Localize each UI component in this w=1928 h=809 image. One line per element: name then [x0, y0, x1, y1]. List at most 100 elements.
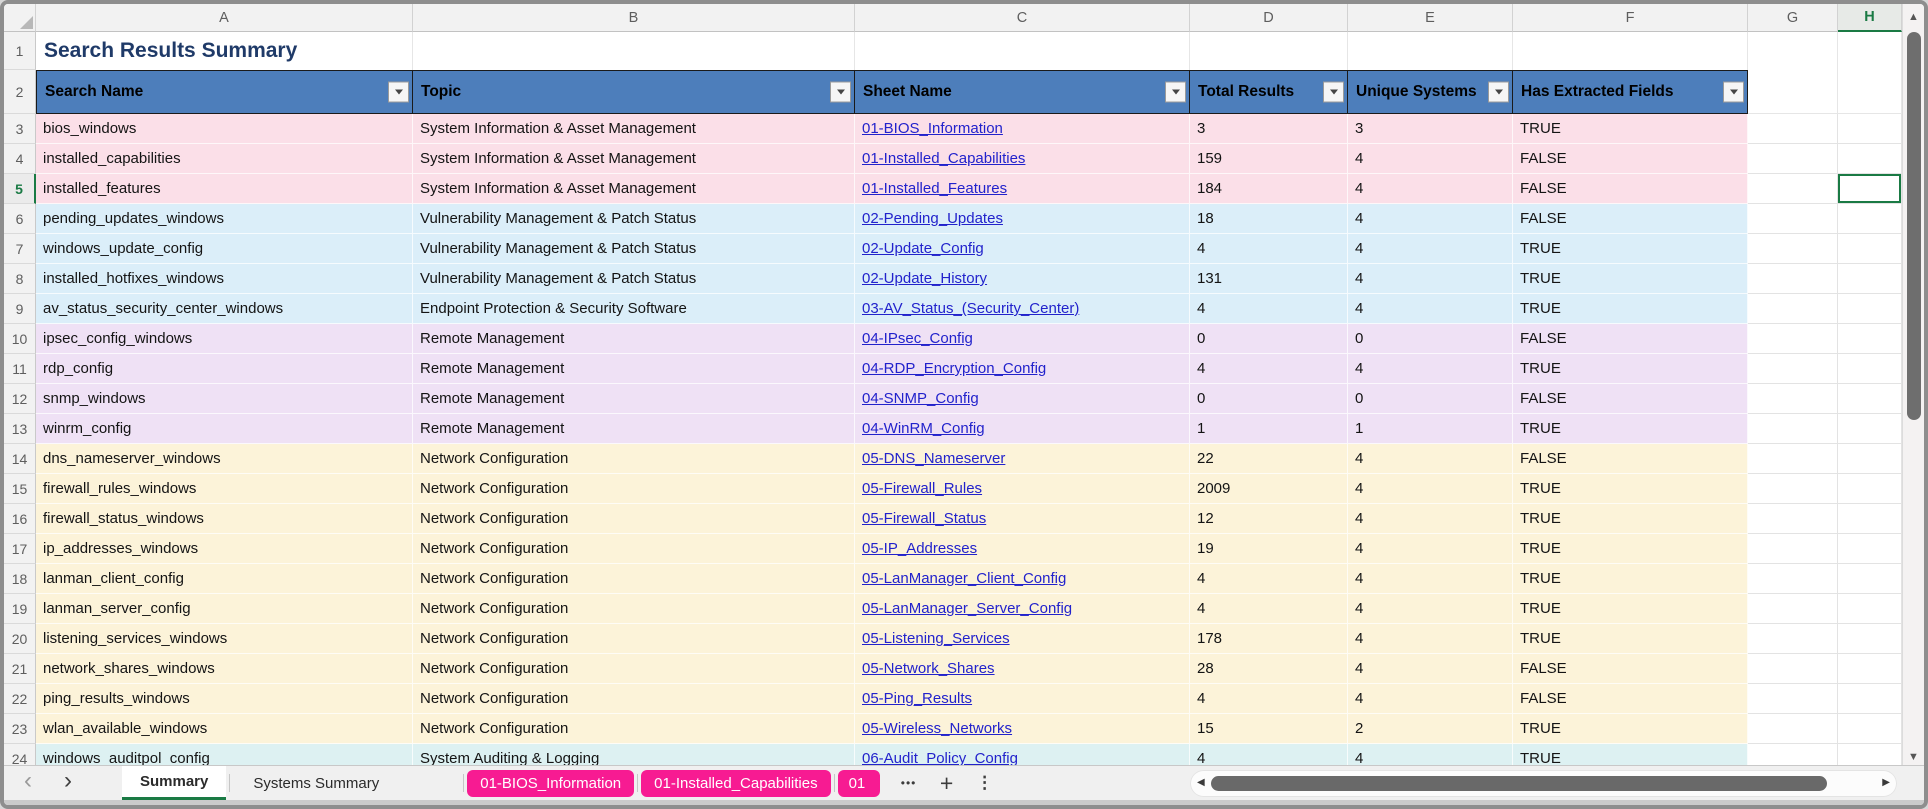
cell-sheet-name[interactable]: 05-Wireless_Networks [855, 714, 1190, 744]
sheet-link[interactable]: 05-Wireless_Networks [862, 720, 1012, 737]
cell-search-name[interactable]: listening_services_windows [36, 624, 413, 654]
row-number[interactable]: 15 [4, 474, 36, 504]
cell-empty[interactable] [1838, 654, 1902, 684]
cell-topic[interactable]: Network Configuration [413, 714, 855, 744]
cell-topic[interactable]: Network Configuration [413, 624, 855, 654]
cell-total-results[interactable]: 4 [1190, 354, 1348, 384]
cell-total-results[interactable]: 1 [1190, 414, 1348, 444]
cell-has-extracted-fields[interactable]: FALSE [1513, 444, 1748, 474]
cell-unique-systems[interactable]: 2 [1348, 714, 1513, 744]
cell-sheet-name[interactable]: 02-Update_Config [855, 234, 1190, 264]
cell-topic[interactable]: Remote Management [413, 384, 855, 414]
cell-search-name[interactable]: installed_capabilities [36, 144, 413, 174]
cell-has-extracted-fields[interactable]: TRUE [1513, 564, 1748, 594]
cell-empty[interactable] [1838, 174, 1902, 204]
cell-empty[interactable] [1838, 684, 1902, 714]
cell-e1[interactable] [1348, 32, 1513, 70]
cell-sheet-name[interactable]: 05-Firewall_Status [855, 504, 1190, 534]
cell-has-extracted-fields[interactable]: TRUE [1513, 714, 1748, 744]
cell-topic[interactable]: Network Configuration [413, 534, 855, 564]
cell-total-results[interactable]: 131 [1190, 264, 1348, 294]
cell-search-name[interactable]: ping_results_windows [36, 684, 413, 714]
cell-empty[interactable] [1748, 744, 1838, 765]
cell-has-extracted-fields[interactable]: FALSE [1513, 174, 1748, 204]
cell-has-extracted-fields[interactable]: TRUE [1513, 264, 1748, 294]
cell-has-extracted-fields[interactable]: TRUE [1513, 474, 1748, 504]
cell-has-extracted-fields[interactable]: TRUE [1513, 744, 1748, 765]
cell-search-name[interactable]: dns_nameserver_windows [36, 444, 413, 474]
next-sheet-button[interactable]: › [52, 766, 84, 800]
cell-unique-systems[interactable]: 4 [1348, 354, 1513, 384]
column-header-a[interactable]: A [36, 4, 413, 32]
cell-empty[interactable] [1838, 234, 1902, 264]
cell-empty[interactable] [1838, 264, 1902, 294]
cell-total-results[interactable]: 19 [1190, 534, 1348, 564]
sheet-link[interactable]: 05-Listening_Services [862, 630, 1010, 647]
filter-dropdown-button[interactable] [1323, 81, 1344, 103]
cell-has-extracted-fields[interactable]: TRUE [1513, 624, 1748, 654]
cell-total-results[interactable]: 178 [1190, 624, 1348, 654]
cell-unique-systems[interactable]: 4 [1348, 234, 1513, 264]
cell-empty[interactable] [1838, 144, 1902, 174]
cell-topic[interactable]: Network Configuration [413, 654, 855, 684]
cell-has-extracted-fields[interactable]: TRUE [1513, 354, 1748, 384]
cell-unique-systems[interactable]: 4 [1348, 204, 1513, 234]
cell-has-extracted-fields[interactable]: TRUE [1513, 504, 1748, 534]
cell-topic[interactable]: Vulnerability Management & Patch Status [413, 204, 855, 234]
cell-empty[interactable] [1838, 324, 1902, 354]
cell-search-name[interactable]: windows_auditpol_config [36, 744, 413, 765]
cell-search-name[interactable]: installed_features [36, 174, 413, 204]
column-header-d[interactable]: D [1190, 4, 1348, 32]
prev-sheet-button[interactable]: ‹ [12, 766, 44, 800]
row-number[interactable]: 17 [4, 534, 36, 564]
cell-topic[interactable]: System Auditing & Logging [413, 744, 855, 765]
cell-topic[interactable]: Remote Management [413, 324, 855, 354]
sheet-tab[interactable]: 01 [837, 769, 880, 797]
select-all-corner[interactable] [4, 4, 36, 32]
cell-total-results[interactable]: 4 [1190, 234, 1348, 264]
row-number[interactable]: 20 [4, 624, 36, 654]
cell-topic[interactable]: Remote Management [413, 354, 855, 384]
cell-total-results[interactable]: 3 [1190, 114, 1348, 144]
filter-dropdown-button[interactable] [388, 81, 409, 103]
sheet-link[interactable]: 06-Audit_Policy_Config [862, 750, 1018, 765]
more-sheets-icon[interactable]: ••• [895, 776, 923, 790]
cell-empty[interactable] [1748, 354, 1838, 384]
row-number[interactable]: 23 [4, 714, 36, 744]
cell-has-extracted-fields[interactable]: TRUE [1513, 594, 1748, 624]
cell-topic[interactable]: System Information & Asset Management [413, 144, 855, 174]
cell-search-name[interactable]: ip_addresses_windows [36, 534, 413, 564]
sheet-tab[interactable]: 01-Installed_Capabilities [641, 769, 831, 797]
column-header-h-selected[interactable]: H [1838, 4, 1902, 32]
row-number[interactable]: 7 [4, 234, 36, 264]
scroll-left-arrow-icon[interactable]: ◀ [1197, 777, 1205, 788]
cell-sheet-name[interactable]: 05-Network_Shares [855, 654, 1190, 684]
cell-empty[interactable] [1838, 444, 1902, 474]
row-number[interactable]: 8 [4, 264, 36, 294]
header-has-extracted-fields[interactable]: Has Extracted Fields [1513, 70, 1748, 114]
cell-empty[interactable] [1748, 564, 1838, 594]
sheet-link[interactable]: 05-Firewall_Rules [862, 480, 982, 497]
cell-unique-systems[interactable]: 4 [1348, 624, 1513, 654]
cell-unique-systems[interactable]: 1 [1348, 414, 1513, 444]
sheet-tab[interactable]: Systems Summary [233, 766, 399, 800]
header-total-results[interactable]: Total Results [1190, 70, 1348, 114]
column-header-g[interactable]: G [1748, 4, 1838, 32]
cell-sheet-name[interactable]: 04-SNMP_Config [855, 384, 1190, 414]
cell-empty[interactable] [1838, 504, 1902, 534]
row-number[interactable]: 21 [4, 654, 36, 684]
cell-unique-systems[interactable]: 4 [1348, 174, 1513, 204]
cell-sheet-name[interactable]: 02-Pending_Updates [855, 204, 1190, 234]
sheet-link[interactable]: 01-Installed_Capabilities [862, 150, 1025, 167]
cell-empty[interactable] [1748, 294, 1838, 324]
cell-sheet-name[interactable]: 01-Installed_Capabilities [855, 144, 1190, 174]
cell-topic[interactable]: Network Configuration [413, 504, 855, 534]
cell-unique-systems[interactable]: 4 [1348, 744, 1513, 765]
cell-b1[interactable] [413, 32, 855, 70]
cell-empty[interactable] [1748, 144, 1838, 174]
cell-empty[interactable] [1748, 324, 1838, 354]
scroll-right-arrow-icon[interactable]: ▶ [1882, 777, 1890, 788]
sheet-link[interactable]: 04-SNMP_Config [862, 390, 979, 407]
cell-sheet-name[interactable]: 05-Firewall_Rules [855, 474, 1190, 504]
cell-a1[interactable]: Search Results Summary [36, 32, 413, 70]
